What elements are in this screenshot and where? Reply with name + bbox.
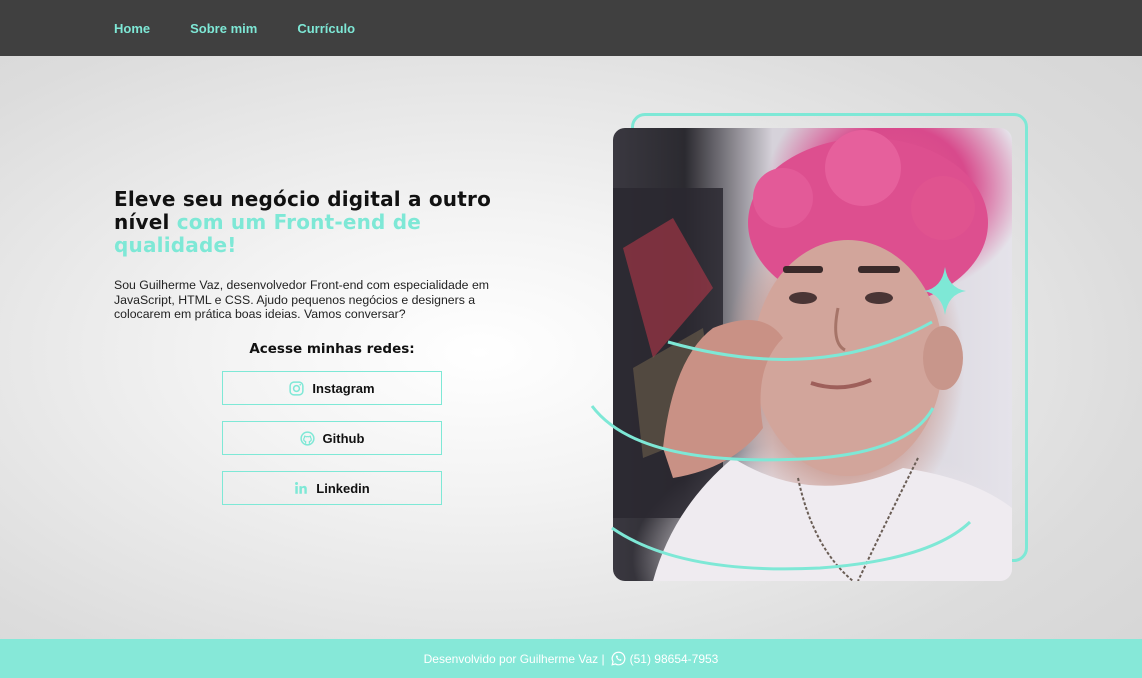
footer-phone: (51) 98654-7953: [629, 651, 719, 666]
profile-photo-illustration: [613, 130, 1012, 581]
nav-home-link[interactable]: Home: [114, 21, 150, 36]
hero-title: Eleve seu negócio digital a outro nível …: [114, 188, 534, 257]
instagram-label: Instagram: [312, 380, 375, 396]
instagram-button[interactable]: Instagram: [222, 371, 442, 405]
footer-credit: Desenvolvido por Guilherme Vaz |: [423, 651, 605, 666]
footer: Desenvolvido por Guilherme Vaz | (51) 98…: [0, 639, 1142, 678]
instagram-icon: [289, 380, 305, 396]
github-label: Github: [322, 430, 365, 446]
linkedin-button[interactable]: Linkedin: [222, 471, 442, 505]
social-heading: Acesse minhas redes:: [249, 341, 415, 357]
hero-description: Sou Guilherme Vaz, desenvolvedor Front-e…: [114, 278, 490, 322]
linkedin-label: Linkedin: [316, 480, 370, 496]
github-button[interactable]: Github: [222, 421, 442, 455]
nav-resume-link[interactable]: Currículo: [297, 21, 355, 36]
github-icon: [299, 430, 315, 446]
top-navigation: Home Sobre mim Currículo: [0, 0, 1142, 56]
whatsapp-icon: [610, 651, 626, 666]
linkedin-icon: [294, 481, 308, 495]
nav-about-link[interactable]: Sobre mim: [190, 21, 257, 36]
profile-photo: [613, 128, 1012, 581]
